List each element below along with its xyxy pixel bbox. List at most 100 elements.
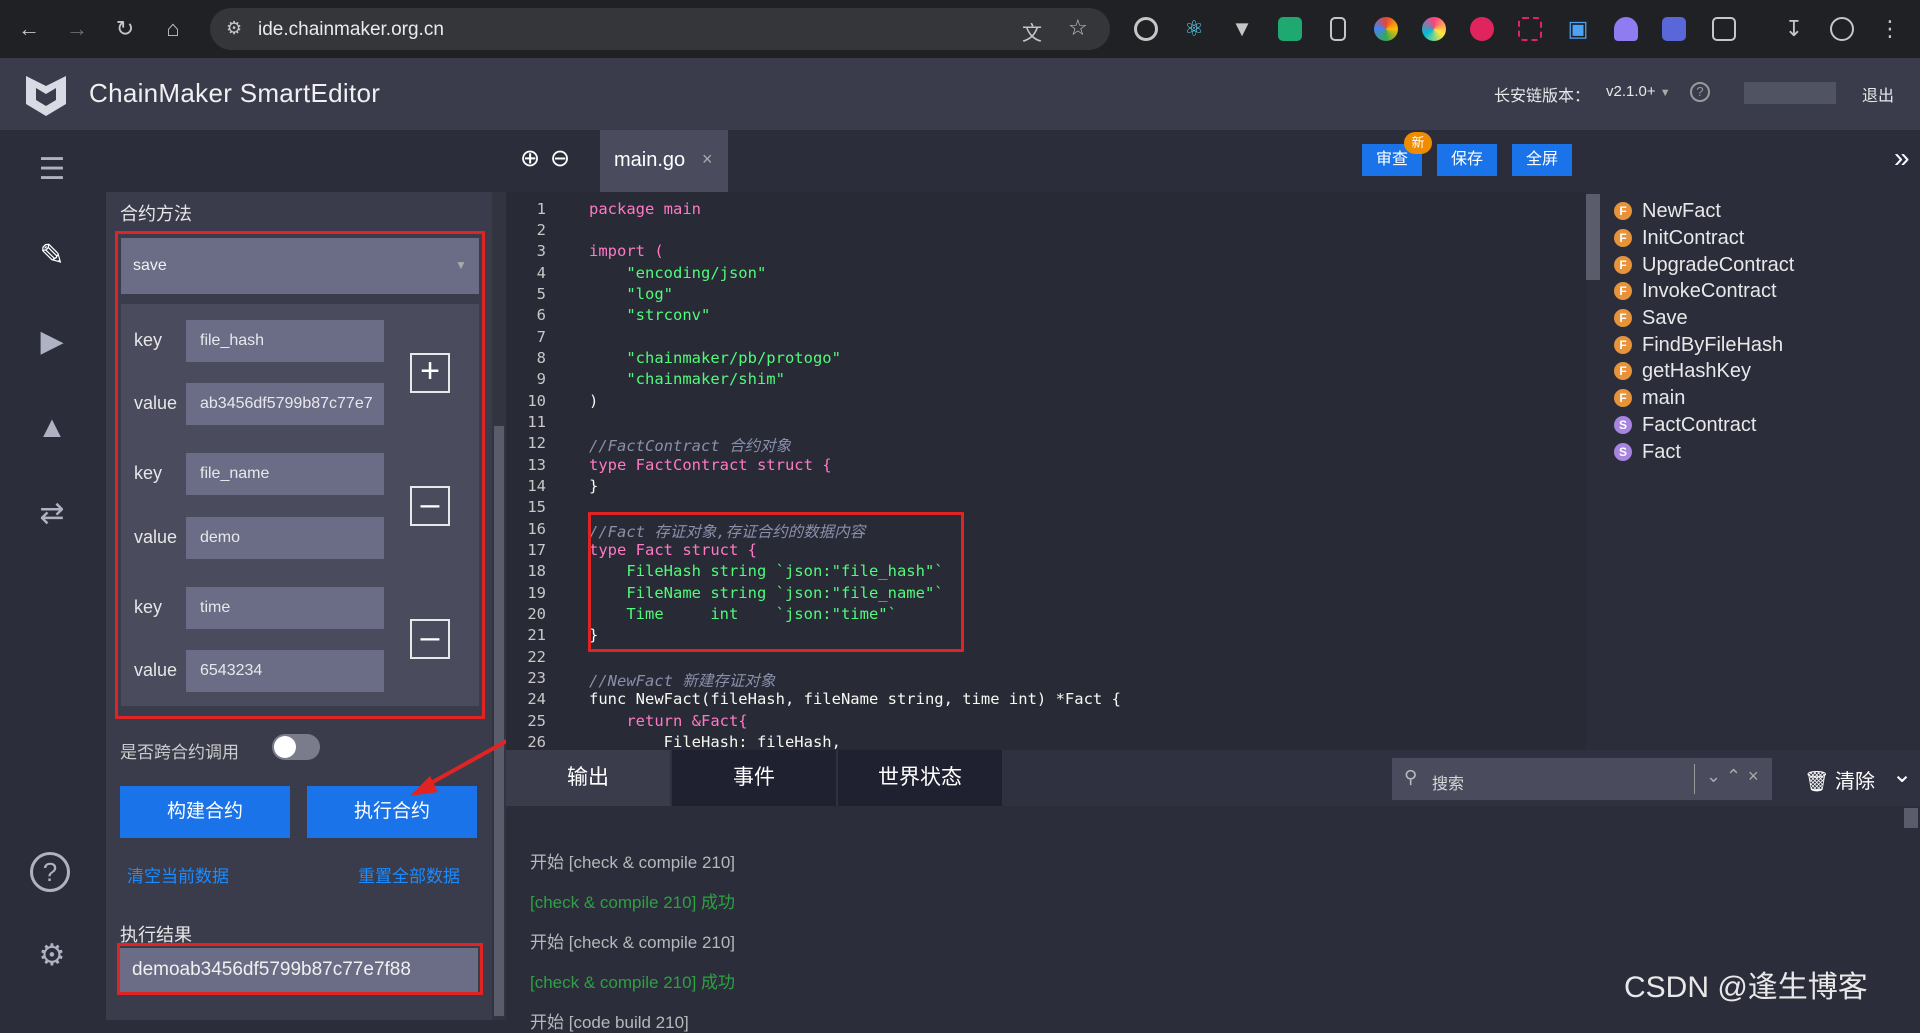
search-input[interactable]: 搜索 <box>1432 770 1464 794</box>
translate-icon[interactable]: 文 <box>1022 17 1042 46</box>
list-icon[interactable]: ☰ <box>34 152 70 188</box>
logout-link[interactable]: 退出 <box>1862 82 1894 106</box>
log-line: 开始 [check & compile 210] <box>530 853 736 872</box>
profile-icon[interactable] <box>1830 17 1854 41</box>
outline-item[interactable]: S FactContract <box>1614 414 1756 437</box>
outline-item[interactable]: FgetHashKey <box>1614 360 1751 383</box>
bookmark-star-icon[interactable]: ☆ <box>1068 15 1088 41</box>
extensions-puzzle-icon[interactable] <box>1712 17 1736 41</box>
site-settings-icon[interactable]: ⚙ <box>226 18 242 39</box>
vue-extension-icon[interactable]: ▼ <box>1230 17 1254 41</box>
add-param-button[interactable]: + <box>410 353 450 393</box>
editor-scrollbar[interactable] <box>1586 194 1600 280</box>
code-editor[interactable]: 1 2 3 4 5 6 7 8 9 10 11 12 13 14 15 16 1… <box>506 192 1586 750</box>
line-number: 19 <box>527 584 546 602</box>
clear-current-link[interactable]: 清空当前数据 <box>127 862 229 887</box>
remove-param-button[interactable]: – <box>410 619 450 659</box>
line-number: 18 <box>527 562 546 580</box>
cube-icon[interactable]: ▣ <box>1566 17 1590 41</box>
param-value-input[interactable]: demo <box>186 517 384 559</box>
forward-icon[interactable]: → <box>62 14 92 44</box>
pocket-icon[interactable] <box>1470 17 1494 41</box>
fullscreen-button[interactable]: 全屏 <box>1512 144 1572 176</box>
cross-contract-toggle[interactable] <box>272 734 320 760</box>
edit-icon[interactable]: ✎ <box>34 238 70 274</box>
line-number: 21 <box>527 626 546 644</box>
line-number: 16 <box>527 520 546 538</box>
reload-icon[interactable]: ↻ <box>110 14 140 44</box>
tab-main-go[interactable]: main.go × <box>600 130 728 192</box>
code-line: return &Fact{ <box>589 712 748 730</box>
expand-right-icon[interactable]: » <box>1894 142 1910 174</box>
chevron-down-icon: ▼ <box>1659 87 1671 99</box>
search-next-icon[interactable]: ⌄ <box>1706 766 1721 787</box>
play-icon[interactable]: ▶ <box>34 324 70 360</box>
reset-all-link[interactable]: 重置全部数据 <box>358 862 460 887</box>
extension-target-icon[interactable] <box>1134 17 1158 41</box>
device-icon[interactable] <box>1330 17 1346 41</box>
trash-icon: 🗑 <box>1804 771 1830 793</box>
search-prev-icon[interactable]: ⌃ <box>1726 766 1741 787</box>
close-tab-icon[interactable]: × <box>702 149 713 170</box>
download-icon[interactable]: ↧ <box>1782 17 1806 41</box>
panel-scrollbar[interactable] <box>492 192 506 1020</box>
settings-gear-icon[interactable]: ⚙ <box>34 938 70 974</box>
outline-item[interactable]: F Save <box>1614 307 1688 330</box>
extension-shield-icon[interactable] <box>1662 17 1686 41</box>
color-picker-icon[interactable] <box>1374 17 1398 41</box>
param-value-input[interactable]: ab3456df5799b87c77e7 <box>186 383 384 425</box>
tab-output[interactable]: 输出 <box>506 750 670 806</box>
param-key-input[interactable]: time <box>186 587 384 629</box>
outline-item[interactable]: F InitContract <box>1614 227 1744 250</box>
param-key-input[interactable]: file_name <box>186 453 384 495</box>
param-key-input[interactable]: file_hash <box>186 320 384 362</box>
version-select[interactable]: v2.1.0+ ▼ <box>1606 83 1671 100</box>
param-value-label: value <box>134 527 178 547</box>
outline-item-label: FactContract <box>1642 414 1757 436</box>
code-line: FileHash: fileHash, <box>589 733 841 750</box>
outline-item-label: UpgradeContract <box>1642 254 1795 276</box>
deploy-icon[interactable]: ▲ <box>34 410 70 446</box>
remove-param-button[interactable]: – <box>410 486 450 526</box>
save-button[interactable]: 保存 <box>1437 144 1497 176</box>
outline-item[interactable]: F NewFact <box>1614 200 1721 223</box>
collapse-output-icon[interactable]: ⌄ <box>1892 760 1912 789</box>
clear-output-button[interactable]: 🗑 清除 <box>1804 765 1875 794</box>
react-devtools-icon[interactable]: ⚛ <box>1182 17 1206 41</box>
function-badge-icon: F <box>1614 256 1632 274</box>
build-contract-button[interactable]: 构建合约 <box>120 786 290 838</box>
zoom-in-icon[interactable]: ⊕ <box>520 144 540 173</box>
param-key-label: key <box>134 330 163 350</box>
version-label: 长安链版本： <box>1494 88 1591 105</box>
extension-green-icon[interactable] <box>1278 17 1302 41</box>
more-menu-icon[interactable]: ⋮ <box>1878 17 1902 41</box>
outline-item-label: FindByFileHash <box>1642 334 1784 356</box>
method-select[interactable]: save ▼ <box>121 238 479 294</box>
outline-item[interactable]: S Fact <box>1614 441 1681 464</box>
outline-item[interactable]: Fmain <box>1614 387 1685 410</box>
home-icon[interactable]: ⌂ <box>158 14 188 44</box>
chainmaker-logo-icon <box>22 70 70 118</box>
outline-item[interactable]: F FindByFileHash <box>1614 334 1783 357</box>
screenshot-icon[interactable] <box>1518 17 1542 41</box>
param-value-input[interactable]: 6543234 <box>186 650 384 692</box>
line-number: 1 <box>536 200 546 218</box>
zoom-out-icon[interactable]: ⊖ <box>550 144 570 173</box>
tab-events[interactable]: 事件 <box>672 750 836 806</box>
search-close-icon[interactable]: × <box>1748 766 1759 787</box>
help-icon[interactable]: ? <box>30 852 70 892</box>
back-icon[interactable]: ← <box>14 14 44 44</box>
help-circle-icon[interactable]: ? <box>1690 82 1710 102</box>
extension-color-icon[interactable] <box>1422 17 1446 41</box>
tab-world-state[interactable]: 世界状态 <box>838 750 1002 806</box>
output-scrollbar[interactable] <box>1904 808 1918 828</box>
outline-item[interactable]: F InvokeContract <box>1614 280 1777 303</box>
outline-item[interactable]: F UpgradeContract <box>1614 254 1794 277</box>
ghost-icon[interactable] <box>1614 17 1638 41</box>
browser-toolbar: ← → ↻ ⌂ ⚙ ide.chainmaker.org.cn 文 ☆ ⚛ ▼ … <box>0 0 1920 58</box>
address-bar[interactable]: ⚙ ide.chainmaker.org.cn 文 ☆ <box>210 8 1110 50</box>
function-badge-icon: F <box>1614 282 1632 300</box>
chevron-down-icon: ▼ <box>455 258 467 272</box>
transfer-icon[interactable]: ⇄ <box>34 496 70 532</box>
code-line: "strconv" <box>589 306 711 324</box>
